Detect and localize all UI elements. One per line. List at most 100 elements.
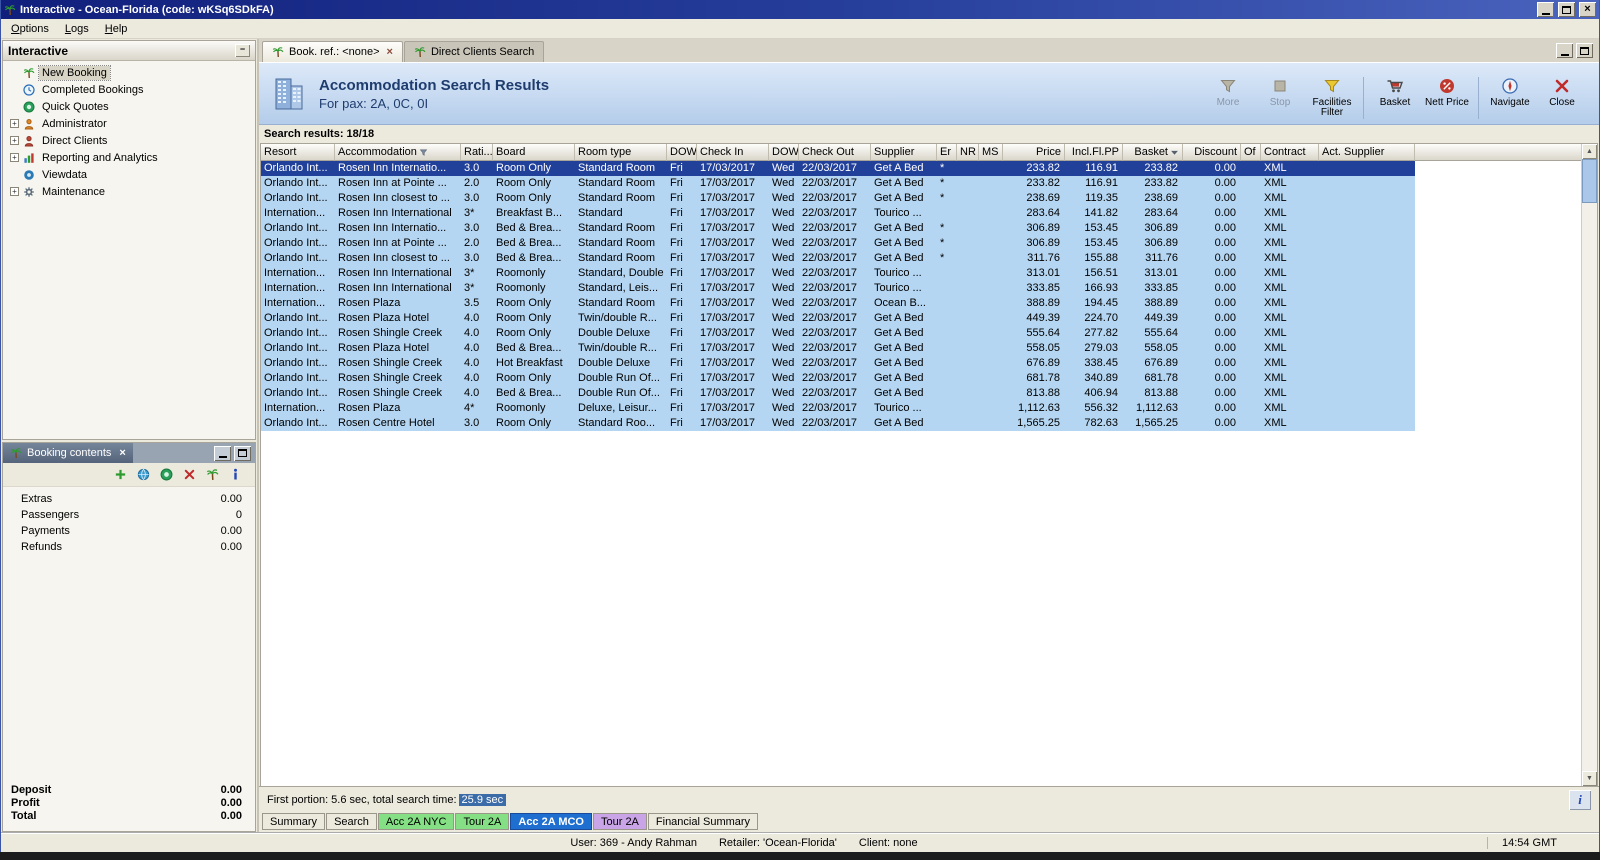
list-item[interactable]: Passengers 0: [3, 507, 255, 523]
bottom-tab-acc-2a-nyc[interactable]: Acc 2A NYC: [377, 813, 455, 830]
column-header-check_in[interactable]: Check In: [697, 144, 769, 161]
scroll-up-icon[interactable]: ▲: [1582, 144, 1597, 159]
column-header-discount[interactable]: Discount: [1183, 144, 1241, 161]
vertical-scrollbar[interactable]: ▲ ▼: [1581, 144, 1597, 786]
column-header-board[interactable]: Board: [493, 144, 575, 161]
list-item[interactable]: Extras 0.00: [3, 491, 255, 507]
column-header-dow_out[interactable]: DOW: [769, 144, 799, 161]
toolbar-basket-button[interactable]: Basket: [1370, 77, 1420, 109]
booking-contents-close-icon[interactable]: ×: [119, 447, 125, 459]
table-row[interactable]: Internation... Rosen Plaza 3.5 Room Only Sta…: [261, 296, 1415, 311]
column-header-supplier[interactable]: Supplier: [871, 144, 937, 161]
tabgroup-maximize-button[interactable]: [1576, 43, 1593, 58]
bottom-tab-acc-2a-mco[interactable]: Acc 2A MCO: [510, 813, 592, 830]
table-row[interactable]: Orlando Int... Rosen Inn at Pointe ... 2.0…: [261, 176, 1415, 191]
column-header-of[interactable]: Of: [1241, 144, 1261, 161]
sidebar-item-new-booking[interactable]: New Booking: [3, 64, 255, 81]
column-header-ms[interactable]: MS: [979, 144, 1003, 161]
bottom-tab-search[interactable]: Search: [326, 813, 377, 830]
info-button[interactable]: [227, 467, 243, 483]
column-header-incl_fl_pp[interactable]: Incl.Fl.PP: [1065, 144, 1123, 161]
info-button[interactable]: i: [1569, 789, 1591, 810]
delete-button[interactable]: [181, 467, 197, 483]
menu-options[interactable]: Options: [3, 21, 57, 37]
scroll-down-icon[interactable]: ▼: [1582, 771, 1597, 786]
tab-book-ref-none[interactable]: Book. ref.: <none> ×: [262, 41, 403, 62]
toolbar-navigate-button[interactable]: Navigate: [1485, 77, 1535, 109]
cell-check_out: 22/03/2017: [802, 342, 858, 354]
palm-button[interactable]: [204, 467, 220, 483]
table-row[interactable]: Orlando Int... Rosen Inn closest to ... 3.…: [261, 251, 1415, 266]
column-header-resort[interactable]: Resort: [261, 144, 335, 161]
expander-icon[interactable]: +: [10, 187, 19, 196]
menu-help[interactable]: Help: [97, 21, 136, 37]
expander-icon[interactable]: +: [10, 136, 19, 145]
menu-logs[interactable]: Logs: [57, 21, 97, 37]
table-row[interactable]: Orlando Int... Rosen Shingle Creek 4.0 Room…: [261, 371, 1415, 386]
sidebar-item-quick-quotes[interactable]: Quick Quotes: [3, 98, 255, 115]
sidebar-item-reporting-and-analytics[interactable]: + Reporting and Analytics: [3, 149, 255, 166]
table-row[interactable]: Orlando Int... Rosen Inn at Pointe ... 2.0…: [261, 236, 1415, 251]
table-row[interactable]: Orlando Int... Rosen Shingle Creek 4.0 Bed …: [261, 386, 1415, 401]
column-header-room_type[interactable]: Room type: [575, 144, 667, 161]
list-item[interactable]: Refunds 0.00: [3, 539, 255, 555]
list-item[interactable]: Payments 0.00: [3, 523, 255, 539]
toolbar-close-button[interactable]: Close: [1537, 77, 1587, 109]
toolbar-facilities-filter-button[interactable]: Facilities Filter: [1307, 77, 1357, 119]
table-row[interactable]: Orlando Int... Rosen Inn Internatio... 3.0…: [261, 221, 1415, 236]
sidebar-item-administrator[interactable]: + Administrator: [3, 115, 255, 132]
maximize-button[interactable]: [1558, 2, 1575, 17]
table-row[interactable]: Orlando Int... Rosen Shingle Creek 4.0 Hot …: [261, 356, 1415, 371]
cell-act_supplier: [1319, 251, 1415, 266]
column-header-label: Er: [940, 146, 951, 158]
table-row[interactable]: Internation... Rosen Inn International 3* B…: [261, 206, 1415, 221]
column-header-rating[interactable]: Rati...: [461, 144, 493, 161]
tabgroup-minimize-button[interactable]: [1556, 43, 1573, 58]
column-header-price[interactable]: Price: [1003, 144, 1065, 161]
column-header-accommodation[interactable]: Accommodation: [335, 144, 461, 161]
sidebar-minimize-button[interactable]: −: [235, 44, 250, 57]
sidebar-item-viewdata[interactable]: Viewdata: [3, 166, 255, 183]
column-header-dow_in[interactable]: DOW: [667, 144, 697, 161]
table-row[interactable]: Internation... Rosen Plaza 4* Roomonly Delux…: [261, 401, 1415, 416]
table-row[interactable]: Orlando Int... Rosen Inn Internatio... 3.0…: [261, 161, 1415, 176]
expander-icon[interactable]: +: [10, 119, 19, 128]
table-row[interactable]: Orlando Int... Rosen Inn closest to ... 3.…: [261, 191, 1415, 206]
sidebar-item-completed-bookings[interactable]: Completed Bookings: [3, 81, 255, 98]
table-row[interactable]: Internation... Rosen Inn International 3* R…: [261, 266, 1415, 281]
cell-of: [1241, 176, 1261, 191]
sidebar-item-direct-clients[interactable]: + Direct Clients: [3, 132, 255, 149]
column-header-er[interactable]: Er: [937, 144, 957, 161]
column-header-basket[interactable]: Basket: [1123, 144, 1183, 161]
cell-er: [937, 296, 957, 311]
booking-contents-tab[interactable]: Booking contents ×: [3, 443, 133, 463]
minimize-button[interactable]: [1537, 2, 1554, 17]
globe-button[interactable]: [135, 467, 151, 483]
quote-button[interactable]: [158, 467, 174, 483]
table-row[interactable]: Orlando Int... Rosen Plaza Hotel 4.0 Bed & …: [261, 341, 1415, 356]
table-row[interactable]: Orlando Int... Rosen Shingle Creek 4.0 Room…: [261, 326, 1415, 341]
panel-maximize-button[interactable]: [234, 445, 251, 461]
tab-close-icon[interactable]: ×: [387, 46, 393, 58]
column-header-contract[interactable]: Contract: [1261, 144, 1319, 161]
toolbar-nett-price-button[interactable]: Nett Price: [1422, 77, 1472, 109]
bottom-tab-financial-summary[interactable]: Financial Summary: [647, 813, 759, 830]
bottom-tab-tour-2a[interactable]: Tour 2A: [592, 813, 647, 830]
column-header-act_supplier[interactable]: Act. Supplier: [1319, 144, 1415, 161]
tab-direct-clients-search[interactable]: Direct Clients Search: [403, 41, 545, 62]
close-button[interactable]: ×: [1579, 2, 1596, 17]
table-row[interactable]: Internation... Rosen Inn International 3* R…: [261, 281, 1415, 296]
toolbar-button-label: Nett Price: [1425, 96, 1469, 108]
scrollbar-thumb[interactable]: [1582, 159, 1597, 203]
bottom-tab-summary[interactable]: Summary: [262, 813, 326, 830]
expander-icon[interactable]: +: [10, 153, 19, 162]
scrollbar-track[interactable]: [1582, 203, 1597, 771]
column-header-nr[interactable]: NR: [957, 144, 979, 161]
table-row[interactable]: Orlando Int... Rosen Plaza Hotel 4.0 Room O…: [261, 311, 1415, 326]
column-header-check_out[interactable]: Check Out: [799, 144, 871, 161]
sidebar-item-maintenance[interactable]: + Maintenance: [3, 183, 255, 200]
table-row[interactable]: Orlando Int... Rosen Centre Hotel 3.0 Room …: [261, 416, 1415, 431]
bottom-tab-tour-2a[interactable]: Tour 2A: [455, 813, 510, 830]
panel-minimize-button[interactable]: [214, 445, 231, 461]
add-button[interactable]: [112, 467, 128, 483]
